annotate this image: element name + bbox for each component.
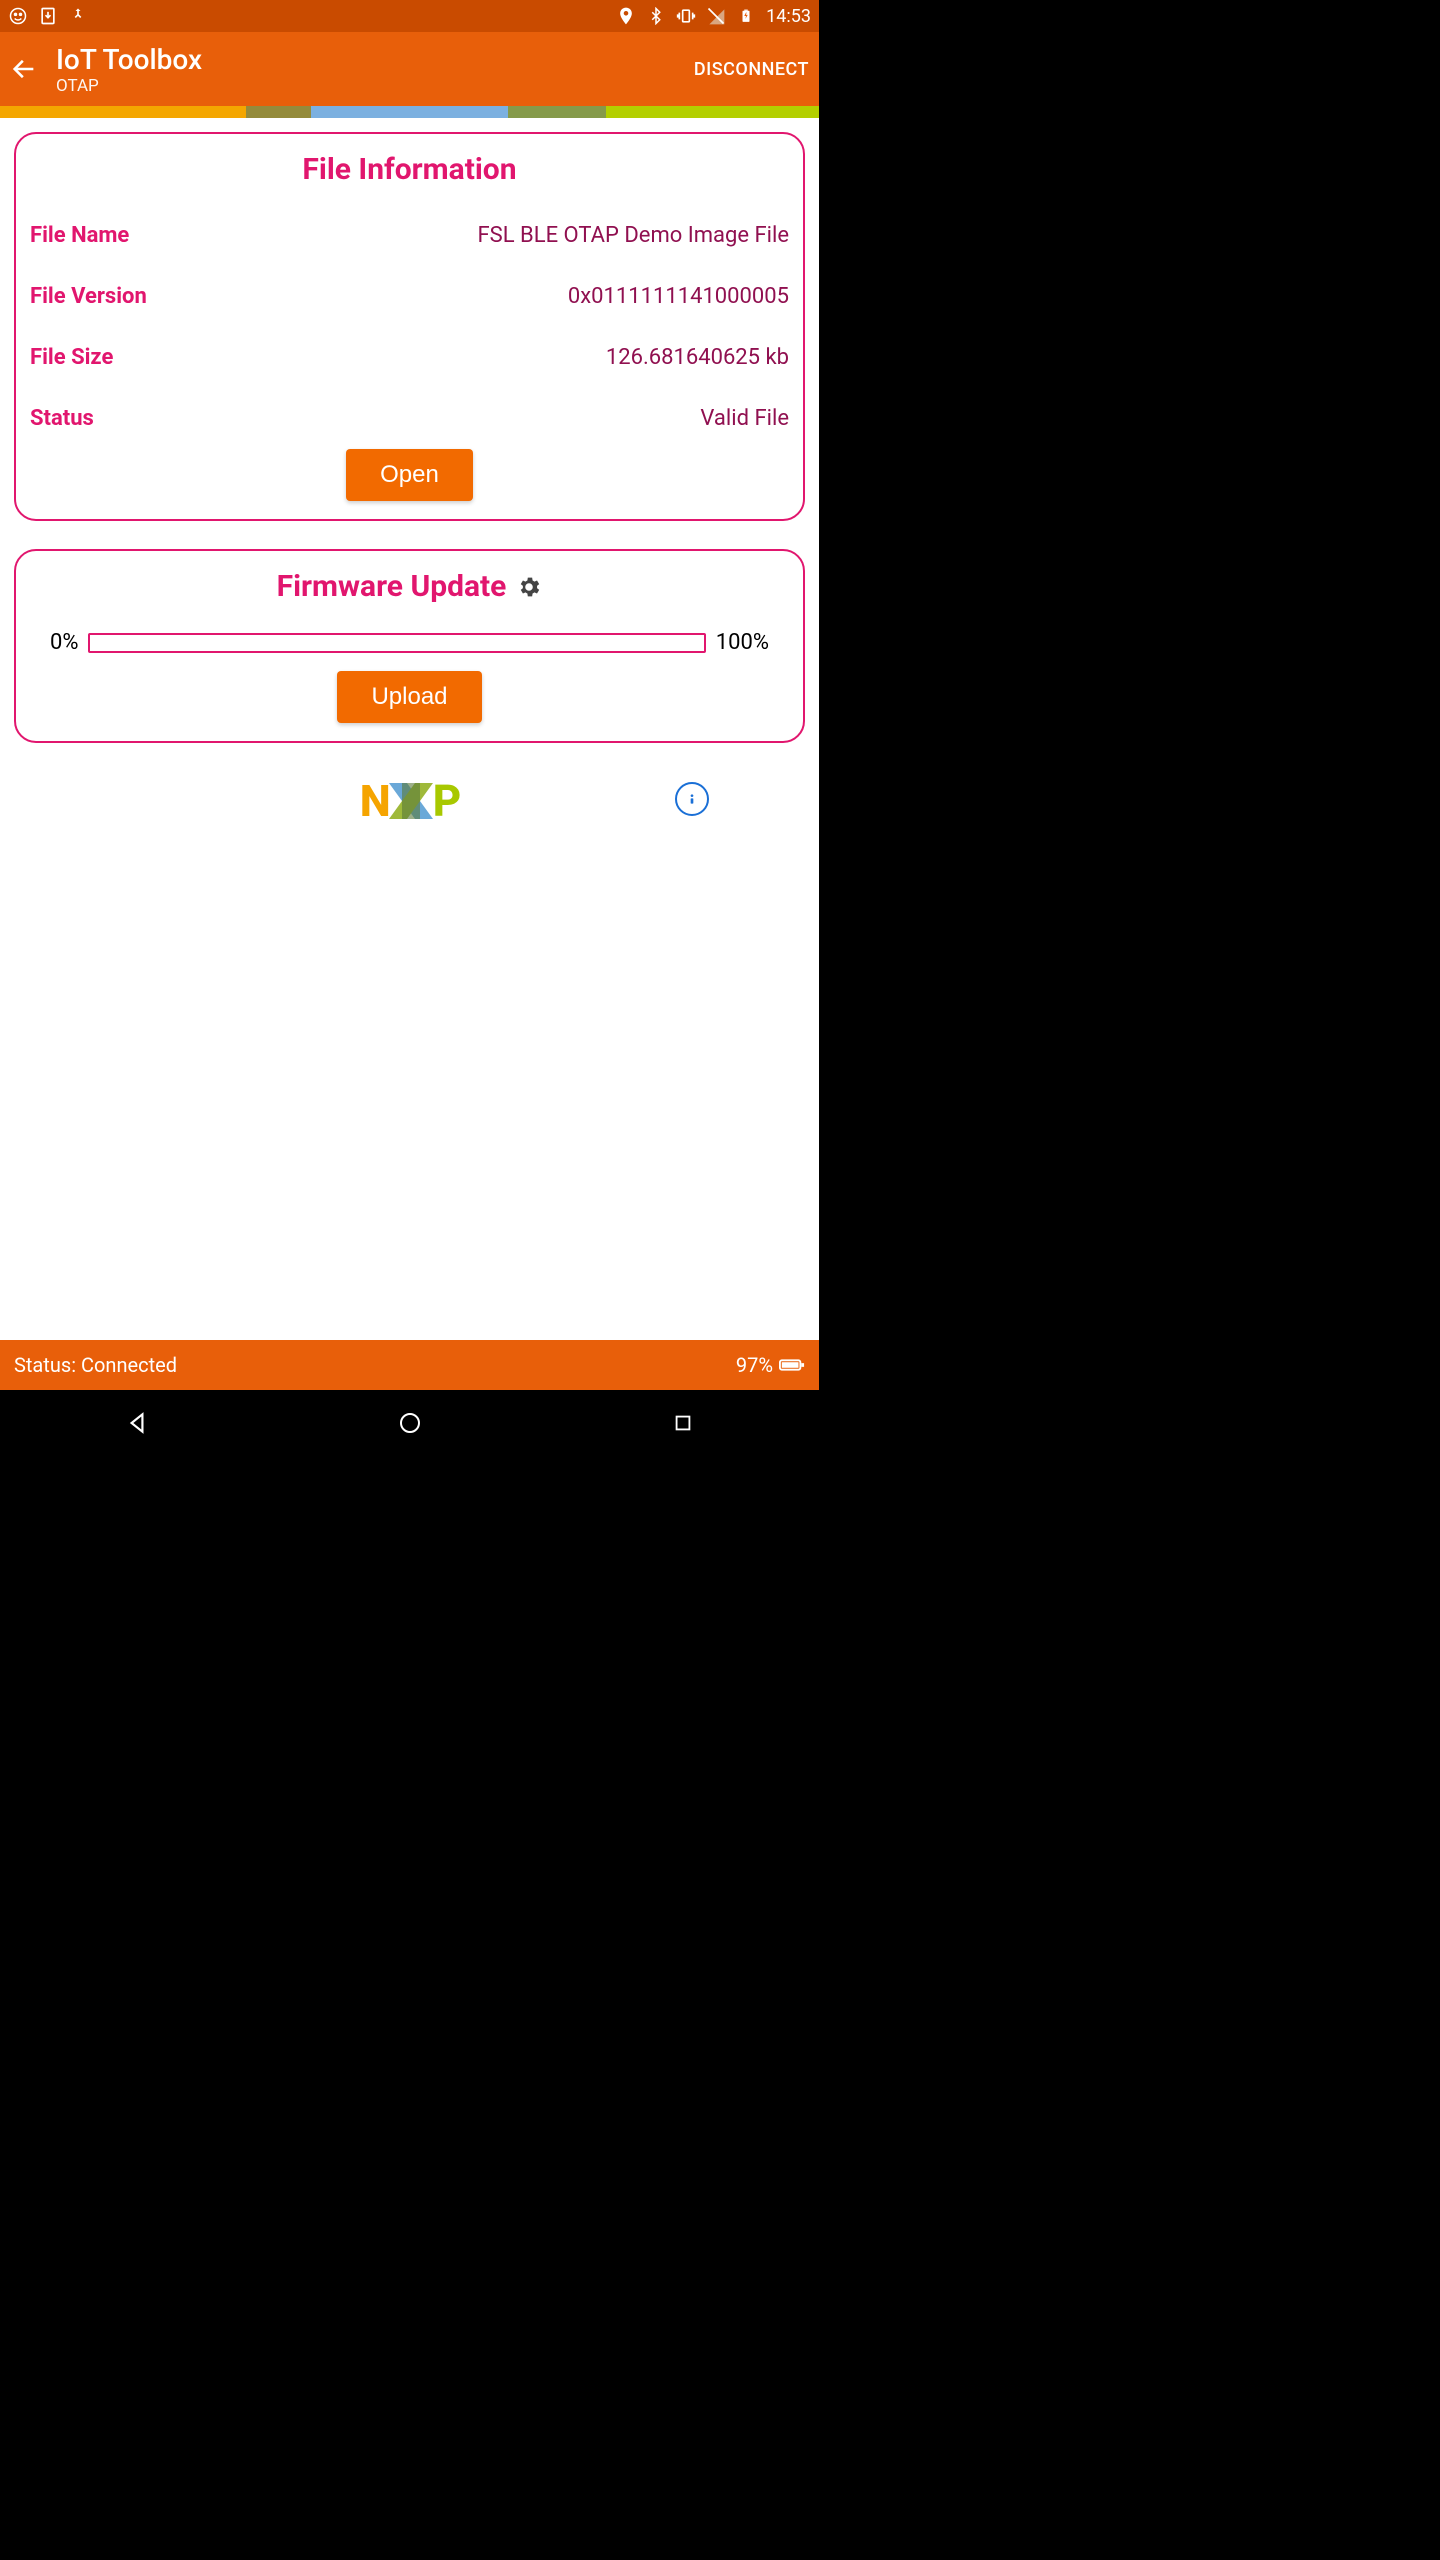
- main-content: File Information File Name FSL BLE OTAP …: [0, 118, 819, 1340]
- file-name-label: File Name: [30, 223, 129, 248]
- nav-home-button[interactable]: [395, 1408, 425, 1438]
- file-name-value: FSL BLE OTAP Demo Image File: [477, 223, 789, 248]
- nav-back-button[interactable]: [122, 1408, 152, 1438]
- upload-button[interactable]: Upload: [337, 671, 481, 723]
- progress-start: 0%: [50, 630, 78, 655]
- app-bar: IoT Toolbox OTAP DISCONNECT: [0, 32, 819, 106]
- app-subtitle: OTAP: [56, 76, 694, 96]
- file-status-label: Status: [30, 406, 94, 431]
- file-info-title: File Information: [30, 152, 789, 187]
- disconnect-button[interactable]: DISCONNECT: [694, 59, 809, 80]
- battery-icon: [779, 1353, 805, 1377]
- firmware-title-row: Firmware Update: [30, 569, 789, 604]
- firmware-update-card: Firmware Update 0% 100% Upload: [14, 549, 805, 743]
- file-size-value: 126.681640625 kb: [606, 345, 789, 370]
- status-right-group: 14:53: [616, 6, 811, 27]
- progress-bar: [88, 633, 705, 653]
- app-title: IoT Toolbox: [56, 43, 694, 76]
- system-status-bar: 14:53: [0, 0, 819, 32]
- debug-icon: [68, 6, 88, 26]
- footer-battery: 97%: [736, 1353, 805, 1377]
- app-titles: IoT Toolbox OTAP: [56, 43, 694, 96]
- file-name-row: File Name FSL BLE OTAP Demo Image File: [30, 223, 789, 248]
- location-icon: [616, 6, 636, 26]
- progress-end: 100%: [716, 630, 769, 655]
- download-icon: [38, 6, 58, 26]
- smiley-icon: [8, 6, 28, 26]
- vibrate-icon: [676, 6, 696, 26]
- info-button[interactable]: [675, 782, 709, 816]
- battery-pct: 97%: [736, 1353, 773, 1377]
- footer-bar: Status: Connected 97%: [0, 1340, 819, 1390]
- nav-recents-button[interactable]: [668, 1408, 698, 1438]
- no-sim-icon: [706, 6, 726, 26]
- nxp-logo: N P: [360, 775, 460, 827]
- connection-status: Status: Connected: [14, 1353, 177, 1377]
- file-version-value: 0x0111111141000005: [568, 284, 789, 309]
- back-button[interactable]: [6, 51, 42, 87]
- gear-icon[interactable]: [516, 574, 542, 600]
- open-button[interactable]: Open: [346, 449, 473, 501]
- decorative-strip: [0, 106, 819, 118]
- status-left-group: [8, 6, 88, 26]
- status-time: 14:53: [766, 6, 811, 27]
- firmware-progress-row: 0% 100%: [30, 630, 789, 655]
- nxp-logo-p: P: [433, 775, 460, 827]
- file-size-label: File Size: [30, 345, 113, 370]
- file-size-row: File Size 126.681640625 kb: [30, 345, 789, 370]
- bluetooth-icon: [646, 6, 666, 26]
- file-version-row: File Version 0x0111111141000005: [30, 284, 789, 309]
- nxp-logo-x: [389, 779, 433, 823]
- file-status-row: Status Valid File: [30, 406, 789, 431]
- nxp-logo-n: N: [360, 775, 389, 827]
- file-version-label: File Version: [30, 284, 147, 309]
- system-nav-bar: [0, 1390, 819, 1456]
- logo-row: N P: [14, 771, 805, 827]
- file-status-value: Valid File: [700, 406, 789, 431]
- file-information-card: File Information File Name FSL BLE OTAP …: [14, 132, 805, 521]
- firmware-title: Firmware Update: [277, 569, 507, 604]
- battery-charging-icon: [736, 6, 756, 26]
